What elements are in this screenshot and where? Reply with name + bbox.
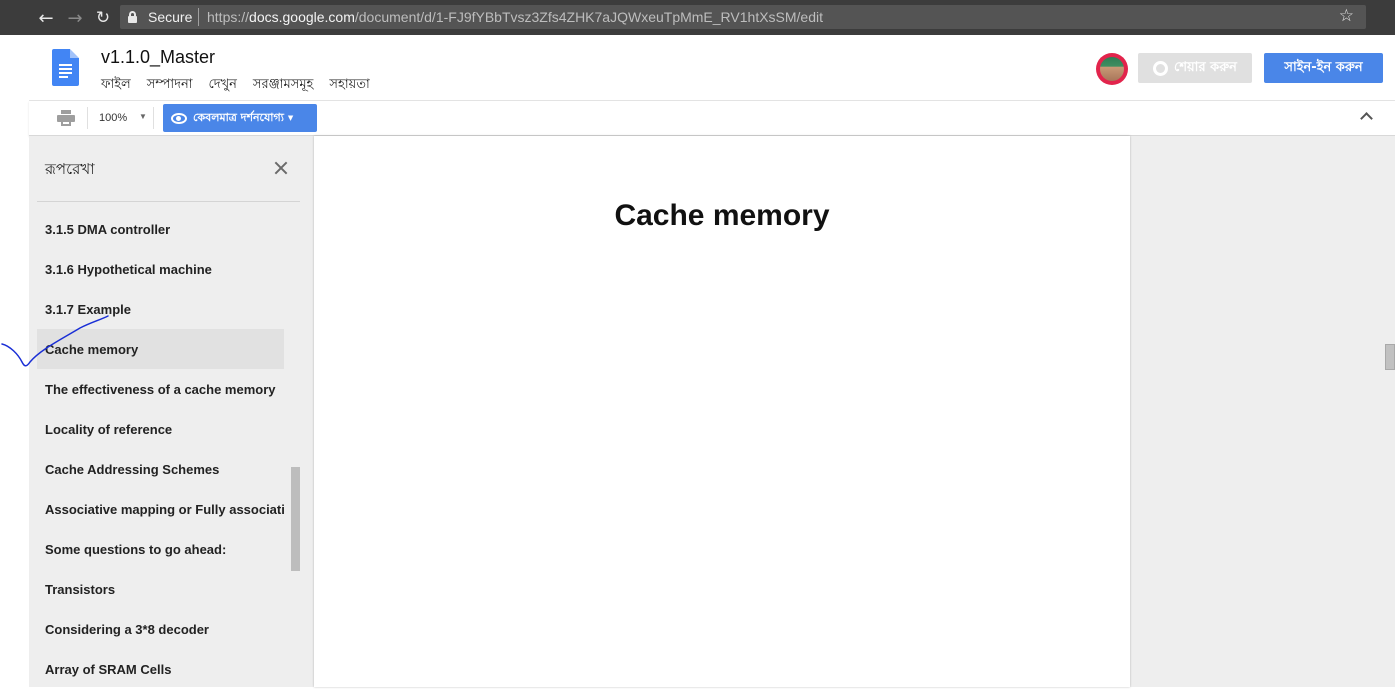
outline-scrollbar[interactable]: [291, 467, 300, 571]
browser-toolbar: ← → ↻ Secure https://docs.google.com/doc…: [0, 0, 1395, 35]
share-label: শেয়ার করুন: [1174, 59, 1237, 75]
globe-icon: [1153, 60, 1169, 76]
lock-icon: [128, 11, 137, 23]
outline-item[interactable]: 3.1.5 DMA controller: [37, 209, 284, 249]
outline-panel: রূপরেখা 3.1.5 DMA controller 3.1.6 Hypot…: [29, 136, 313, 687]
url-text[interactable]: https://docs.google.com/document/d/1-FJ9…: [207, 9, 823, 25]
docs-header: v1.1.0_Master ফাইল সম্পাদনা দেখুন সরঞ্জা…: [29, 35, 1395, 101]
document-page[interactable]: Cache memory: [314, 136, 1130, 687]
outline-item[interactable]: Considering a 3*8 decoder: [37, 609, 284, 649]
menu-file[interactable]: ফাইল: [101, 75, 131, 96]
address-separator: [198, 8, 199, 26]
url-host: docs.google.com: [249, 9, 355, 25]
toolbar-separator: [153, 107, 154, 129]
share-button[interactable]: শেয়ার করুন: [1138, 53, 1252, 83]
workspace: রূপরেখা 3.1.5 DMA controller 3.1.6 Hypot…: [29, 136, 1395, 687]
address-bar[interactable]: Secure https://docs.google.com/document/…: [120, 5, 1366, 29]
secure-label: Secure: [148, 9, 193, 25]
outline-item[interactable]: Associative mapping or Fully associative…: [37, 489, 284, 529]
url-path: /document/d/1-FJ9fYBbTvsz3Zfs4ZHK7aJQWxe…: [354, 9, 824, 25]
outline-title: রূপরেখা: [45, 160, 95, 178]
outline-item[interactable]: 3.1.6 Hypothetical machine: [37, 249, 284, 289]
forward-arrow-icon[interactable]: →: [64, 7, 86, 29]
outline-item[interactable]: Some questions to go ahead:: [37, 529, 284, 569]
outline-list: 3.1.5 DMA controller 3.1.6 Hypothetical …: [37, 209, 284, 689]
sign-in-button[interactable]: সাইন-ইন করুন: [1264, 53, 1383, 83]
outline-item[interactable]: Cache Addressing Schemes: [37, 449, 284, 489]
menu-edit[interactable]: সম্পাদনা: [147, 75, 193, 96]
outline-item[interactable]: The effectiveness of a cache memory: [37, 369, 284, 409]
avatar[interactable]: [1096, 53, 1128, 85]
zoom-select[interactable]: 100%: [99, 112, 127, 124]
menu-view[interactable]: দেখুন: [209, 75, 237, 96]
document-scrollbar[interactable]: [1385, 344, 1395, 370]
print-icon[interactable]: [57, 110, 75, 126]
menu-help[interactable]: সহায়তা: [329, 75, 369, 96]
bookmark-star-icon[interactable]: ☆: [1339, 6, 1354, 26]
toolbar-separator: [87, 107, 88, 129]
view-caret-icon: ▼: [287, 114, 294, 122]
eye-icon: [171, 112, 187, 124]
view-only-button[interactable]: কেবলমাত্র দর্শনযোগ্য ▼: [163, 104, 317, 132]
zoom-caret-icon[interactable]: ▼: [139, 112, 147, 121]
document-heading: Cache memory: [614, 199, 830, 232]
menu-tools[interactable]: সরঞ্জামসমূহ: [253, 75, 313, 96]
back-arrow-icon[interactable]: ←: [35, 7, 57, 29]
outline-divider: [37, 201, 300, 202]
outline-item[interactable]: Array of SRAM Cells: [37, 649, 284, 689]
close-icon[interactable]: [273, 160, 289, 176]
editor-toolbar: 100% ▼ কেবলমাত্র দর্শনযোগ্য ▼: [29, 101, 1395, 136]
outline-item[interactable]: Transistors: [37, 569, 284, 609]
chevron-up-icon[interactable]: [1359, 109, 1373, 123]
ink-annotation: [1, 315, 109, 367]
outline-item[interactable]: Locality of reference: [37, 409, 284, 449]
url-scheme: https://: [207, 9, 250, 25]
document-title[interactable]: v1.1.0_Master: [101, 47, 215, 68]
docs-logo-icon[interactable]: [52, 49, 79, 86]
menu-bar: ফাইল সম্পাদনা দেখুন সরঞ্জামসমূহ সহায়তা: [101, 75, 370, 96]
view-only-label: কেবলমাত্র দর্শনযোগ্য: [193, 110, 284, 124]
reload-icon[interactable]: ↻: [92, 7, 114, 29]
